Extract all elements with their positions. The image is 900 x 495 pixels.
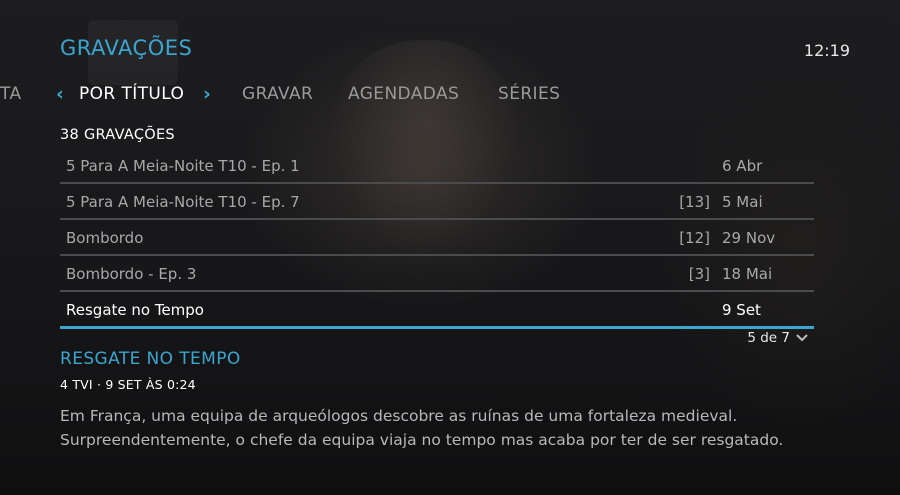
recording-date: 6 Abr bbox=[722, 157, 763, 175]
recordings-count: 38 GRAVAÇÕES bbox=[60, 127, 175, 143]
chevron-down-icon bbox=[796, 331, 808, 345]
page-indicator-label: 5 de 7 bbox=[747, 330, 790, 346]
page-indicator[interactable]: 5 de 7 bbox=[747, 330, 808, 346]
recordings-list: 5 Para A Meia-Noite T10 - Ep. 1 6 Abr 5 … bbox=[60, 148, 814, 329]
recording-date: 29 Nov bbox=[722, 229, 776, 247]
detail-meta: 4 TVI · 9 SET ÀS 0:24 bbox=[60, 377, 196, 392]
recording-date: 18 Mai bbox=[722, 265, 773, 283]
recording-title: 5 Para A Meia-Noite T10 - Ep. 1 bbox=[66, 157, 300, 175]
description-line: Em França, uma equipa de arqueólogos des… bbox=[60, 407, 738, 425]
episode-count: [3] bbox=[688, 265, 710, 283]
recording-date: 9 Set bbox=[722, 301, 761, 319]
list-item[interactable]: Bombordo - Ep. 3 [3] 18 Mai bbox=[60, 256, 814, 292]
tab-series[interactable]: SÉRIES bbox=[498, 84, 560, 104]
clock: 12:19 bbox=[803, 41, 850, 60]
tv-screen: GRAVAÇÕES 12:19 TA ‹ POR TÍTULO › GRAVAR… bbox=[0, 0, 900, 495]
chevron-left-icon[interactable]: ‹ bbox=[56, 83, 64, 105]
episode-count: [12] bbox=[679, 229, 710, 247]
episode-count: [13] bbox=[679, 193, 710, 211]
recording-title: Resgate no Tempo bbox=[66, 301, 204, 319]
description-line: Surpreendentemente, o chefe da equipa vi… bbox=[60, 431, 784, 449]
tab-previous-partial[interactable]: TA bbox=[0, 84, 22, 104]
tab-por-titulo[interactable]: POR TÍTULO bbox=[79, 84, 184, 104]
recording-title: Bombordo - Ep. 3 bbox=[66, 265, 197, 283]
recording-title: Bombordo bbox=[66, 229, 144, 247]
detail-description: Em França, uma equipa de arqueólogos des… bbox=[60, 404, 850, 452]
list-item[interactable]: 5 Para A Meia-Noite T10 - Ep. 1 6 Abr bbox=[60, 148, 814, 184]
page-title: GRAVAÇÕES bbox=[60, 36, 193, 60]
recording-date: 5 Mai bbox=[722, 193, 763, 211]
detail-title: RESGATE NO TEMPO bbox=[60, 349, 241, 369]
tab-bar: TA ‹ POR TÍTULO › GRAVAR AGENDADAS SÉRIE… bbox=[0, 83, 900, 106]
recording-title: 5 Para A Meia-Noite T10 - Ep. 7 bbox=[66, 193, 300, 211]
list-item-selected[interactable]: Resgate no Tempo 9 Set bbox=[60, 292, 814, 329]
list-item[interactable]: Bombordo [12] 29 Nov bbox=[60, 220, 814, 256]
list-item[interactable]: 5 Para A Meia-Noite T10 - Ep. 7 [13] 5 M… bbox=[60, 184, 814, 220]
tab-agendadas[interactable]: AGENDADAS bbox=[348, 84, 459, 104]
chevron-right-icon[interactable]: › bbox=[203, 83, 211, 105]
tab-gravar[interactable]: GRAVAR bbox=[242, 84, 313, 104]
